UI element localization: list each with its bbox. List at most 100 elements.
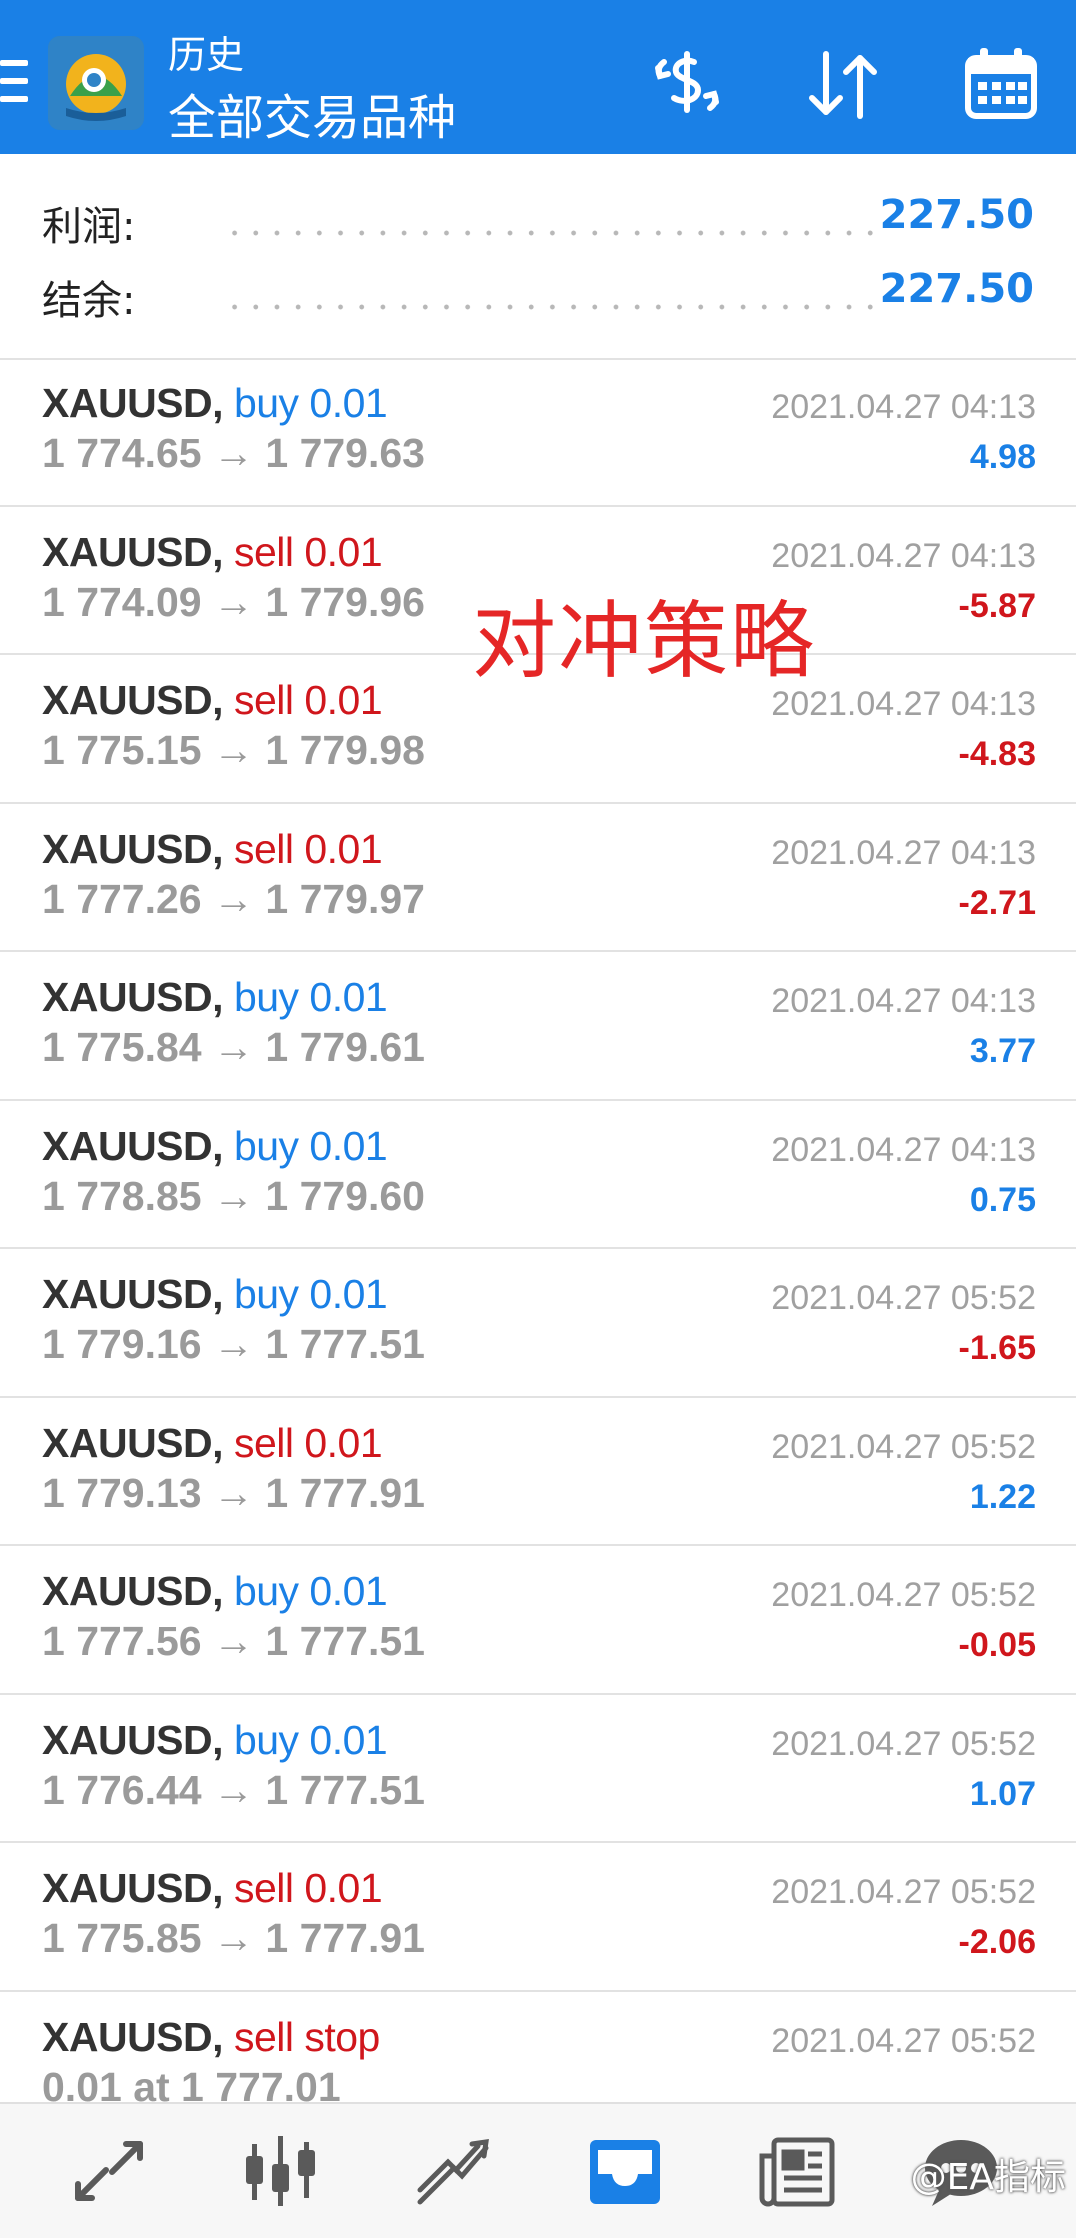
deal-symbol: XAUUSD, sell stop: [42, 2014, 380, 2061]
deal-time: 2021.04.27 05:52: [771, 1279, 1036, 1317]
deal-prices: 1 774.65 → 1 779.63: [42, 430, 425, 476]
top-app-bar: 历史 全部交易品种: [0, 0, 1076, 154]
deal-profit: -5.87: [958, 586, 1037, 625]
deal-type: buy 0.01: [233, 1568, 388, 1614]
deal-type: sell 0.01: [233, 528, 383, 575]
deal-symbol: XAUUSD, buy 0.01: [42, 974, 388, 1021]
deal-prices: 1 777.56 → 1 777.51: [42, 1618, 425, 1664]
deal-prices: 1 775.15 → 1 779.98: [42, 727, 425, 773]
deal-prices: 1 776.44 → 1 777.51: [42, 1766, 425, 1813]
balance-row: 结余: 227.50: [0, 266, 1076, 338]
chart-icon[interactable]: [236, 2126, 326, 2216]
deal-profit: -0.05: [958, 1626, 1037, 1664]
deal-symbol: XAUUSD, sell 0.01: [42, 677, 383, 724]
deal-symbol: XAUUSD, buy 0.01: [42, 1271, 388, 1318]
deal-symbol: XAUUSD, buy 0.01: [42, 380, 388, 427]
deal-prices: 1 777.26 → 1 779.97: [42, 875, 425, 922]
deal-time: 2021.04.27 05:52: [771, 1724, 1036, 1763]
symbol-text: XAUUSD,: [42, 677, 224, 723]
deal-row[interactable]: XAUUSD, sell 0.01 1 779.13 → 1 777.91 2021…: [0, 1398, 1076, 1546]
sort-icon[interactable]: [798, 40, 888, 130]
deal-time: 2021.04.27 05:52: [771, 1576, 1036, 1614]
balance-value: 227.50: [879, 266, 1034, 312]
deposit-withdraw-icon[interactable]: [642, 40, 732, 130]
deal-type: buy 0.01: [233, 974, 388, 1020]
profit-label: 利润:: [42, 204, 136, 250]
balance-label: 结余:: [42, 278, 136, 324]
deal-prices: 1 774.09 → 1 779.96: [42, 578, 425, 625]
deal-type: sell stop: [233, 2013, 380, 2060]
deal-prices: 1 775.84 → 1 779.61: [42, 1024, 425, 1070]
profit-value: 227.50: [879, 192, 1034, 238]
overlay-annotation: 对冲策略: [472, 592, 817, 690]
deal-time: 2021.04.27 05:52: [771, 2021, 1036, 2060]
profit-row: 利润: 227.50: [0, 192, 1076, 264]
deal-profit: -2.06: [958, 1923, 1037, 1961]
symbol-filter-title[interactable]: 全部交易品种: [168, 78, 456, 148]
deal-type: sell 0.01: [233, 1419, 383, 1466]
deal-time: 2021.04.27 05:52: [771, 1873, 1036, 1911]
deal-row[interactable]: XAUUSD, buy 0.01 1 775.84 → 1 779.61 2021.…: [0, 952, 1076, 1101]
deal-profit: -4.83: [958, 735, 1037, 773]
watermark: @EA指标: [910, 2157, 1066, 2198]
symbol-text: XAUUSD,: [42, 825, 224, 872]
deal-type: sell 0.01: [233, 677, 383, 723]
deal-profit: -1.65: [958, 1329, 1037, 1367]
deal-prices: 1 779.13 → 1 777.91: [42, 1469, 425, 1516]
deal-time: 2021.04.27 04:13: [771, 1130, 1036, 1169]
deal-type: sell 0.01: [233, 1865, 383, 1911]
symbol-text: XAUUSD,: [42, 1865, 224, 1911]
deal-time: 2021.04.27 04:13: [771, 388, 1036, 426]
dotted-leader: [224, 304, 882, 310]
deal-time: 2021.04.27 05:52: [771, 1427, 1036, 1466]
deal-profit: 1.22: [969, 1477, 1036, 1516]
deal-profit: 0.75: [969, 1180, 1036, 1219]
symbol-text: XAUUSD,: [42, 528, 224, 575]
dotted-leader: [224, 230, 882, 236]
calendar-icon[interactable]: [956, 40, 1046, 130]
deal-symbol: XAUUSD, sell 0.01: [42, 1419, 383, 1467]
news-icon[interactable]: [752, 2126, 842, 2216]
menu-icon[interactable]: [0, 60, 28, 106]
symbol-text: XAUUSD,: [42, 2013, 224, 2060]
deal-symbol: XAUUSD, buy 0.01: [42, 1568, 388, 1615]
deal-type: buy 0.01: [233, 380, 388, 426]
deal-type: buy 0.01: [233, 1271, 388, 1317]
account-summary: 利润: 227.50 结余: 227.50: [0, 154, 1076, 360]
deal-profit: 4.98: [969, 438, 1036, 476]
deal-symbol: XAUUSD, buy 0.01: [42, 1122, 388, 1170]
deal-row[interactable]: XAUUSD, buy 0.01 1 778.85 → 1 779.60 2021.…: [0, 1101, 1076, 1249]
deal-prices: 1 779.16 → 1 777.51: [42, 1321, 425, 1367]
deal-profit: 1.07: [969, 1774, 1036, 1813]
trade-icon[interactable]: [408, 2126, 498, 2216]
quotes-icon[interactable]: [64, 2126, 154, 2216]
deal-symbol: XAUUSD, sell 0.01: [42, 528, 383, 576]
symbol-text: XAUUSD,: [42, 1419, 224, 1466]
deal-profit: 3.77: [969, 1032, 1036, 1070]
deal-time: 2021.04.27 04:13: [771, 833, 1036, 872]
deal-type: buy 0.01: [233, 1716, 388, 1763]
page-title: 历史: [168, 33, 245, 77]
deal-row[interactable]: XAUUSD, sell 0.01 1 775.85 → 1 777.91 2021…: [0, 1843, 1076, 1992]
deal-symbol: XAUUSD, sell 0.01: [42, 825, 383, 873]
symbol-text: XAUUSD,: [42, 1271, 224, 1317]
deal-symbol: XAUUSD, buy 0.01: [42, 1716, 388, 1764]
deal-row[interactable]: XAUUSD, buy 0.01 1 774.65 → 1 779.63 2021.…: [0, 358, 1076, 507]
deal-row[interactable]: XAUUSD, buy 0.01 1 777.56 → 1 777.51 2021.…: [0, 1546, 1076, 1695]
deal-prices: 1 778.85 → 1 779.60: [42, 1172, 425, 1219]
symbol-text: XAUUSD,: [42, 1122, 224, 1169]
deal-profit: -2.71: [958, 883, 1037, 922]
app-logo-icon[interactable]: [48, 36, 144, 130]
deal-time: 2021.04.27 04:13: [771, 982, 1036, 1020]
symbol-text: XAUUSD,: [42, 1716, 224, 1763]
deal-row[interactable]: XAUUSD, buy 0.01 1 776.44 → 1 777.51 2021.…: [0, 1695, 1076, 1843]
history-icon[interactable]: [580, 2126, 670, 2216]
symbol-text: XAUUSD,: [42, 974, 224, 1020]
deal-row[interactable]: XAUUSD, sell 0.01 1 777.26 → 1 779.97 2021…: [0, 804, 1076, 952]
deal-row[interactable]: XAUUSD, buy 0.01 1 779.16 → 1 777.51 2021.…: [0, 1249, 1076, 1398]
deal-prices: 1 775.85 → 1 777.91: [42, 1915, 425, 1961]
deal-time: 2021.04.27 04:13: [771, 536, 1036, 575]
deal-type: buy 0.01: [233, 1122, 388, 1169]
deal-symbol: XAUUSD, sell 0.01: [42, 1865, 383, 1912]
symbol-text: XAUUSD,: [42, 1568, 224, 1614]
